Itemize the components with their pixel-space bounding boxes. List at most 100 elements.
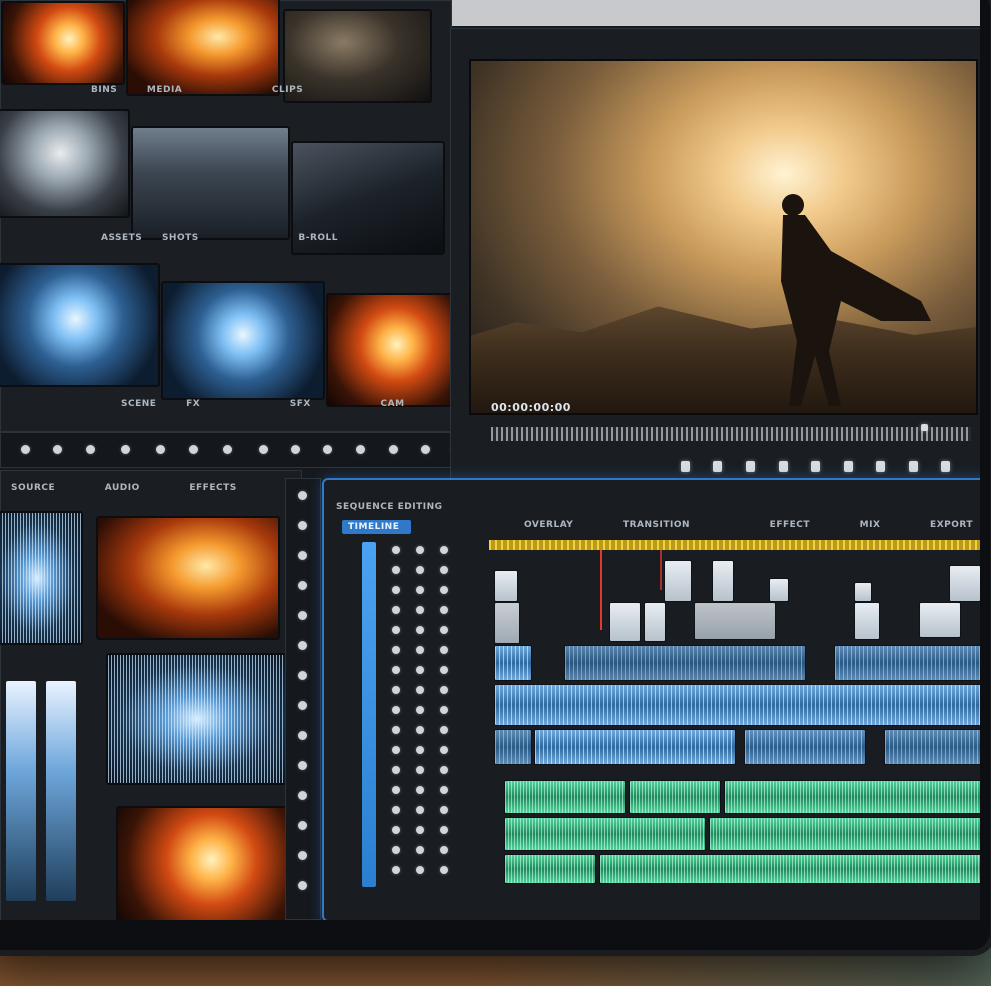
scrub-bar[interactable]	[491, 427, 971, 441]
overlay-label[interactable]: OVERLAY	[524, 520, 573, 530]
marker-tool-icon[interactable]	[298, 851, 307, 860]
audio-clip[interactable]	[494, 684, 980, 726]
mute-toggle-icon[interactable]	[392, 846, 400, 854]
step-forward-icon[interactable]	[811, 461, 820, 472]
media-thumb-5[interactable]	[131, 126, 290, 240]
solo-toggle-icon[interactable]	[416, 586, 424, 594]
audio-clip[interactable]	[884, 729, 980, 765]
snap-icon[interactable]	[389, 445, 398, 454]
effects-tab[interactable]: EFFECTS	[189, 483, 236, 493]
mute-toggle-icon[interactable]	[392, 866, 400, 874]
trim-icon[interactable]	[259, 445, 268, 454]
lock-toggle-icon[interactable]	[440, 606, 448, 614]
marker-icon[interactable]	[156, 445, 165, 454]
mute-toggle-icon[interactable]	[392, 606, 400, 614]
lock-toggle-icon[interactable]	[440, 706, 448, 714]
link-tool-icon[interactable]	[298, 881, 307, 890]
solo-toggle-icon[interactable]	[416, 646, 424, 654]
solo-toggle-icon[interactable]	[416, 826, 424, 834]
mark-out-icon[interactable]	[941, 461, 950, 472]
audio-waveform-thumb-1[interactable]	[0, 511, 83, 645]
export-label[interactable]: EXPORT	[930, 520, 973, 530]
audio-clip[interactable]	[494, 645, 532, 681]
lock-toggle-icon[interactable]	[440, 666, 448, 674]
solo-toggle-icon[interactable]	[416, 686, 424, 694]
program-monitor-video[interactable]	[469, 59, 978, 415]
lock-toggle-icon[interactable]	[440, 806, 448, 814]
loop-icon[interactable]	[876, 461, 885, 472]
fx-thumb-2[interactable]	[116, 806, 290, 920]
solo-toggle-icon[interactable]	[416, 806, 424, 814]
solo-toggle-icon[interactable]	[416, 866, 424, 874]
zoom-tool-icon[interactable]	[298, 791, 307, 800]
audio-clip[interactable]	[834, 645, 980, 681]
solo-toggle-icon[interactable]	[416, 666, 424, 674]
video-clip[interactable]	[712, 560, 734, 602]
media-thumb-2[interactable]	[126, 0, 280, 96]
video-clip[interactable]	[494, 602, 520, 644]
audio-clip[interactable]	[599, 854, 980, 884]
zoom-icon[interactable]	[356, 445, 365, 454]
pause-icon[interactable]	[53, 445, 62, 454]
audio-clip[interactable]	[564, 645, 806, 681]
slide-tool-icon[interactable]	[298, 701, 307, 710]
mute-toggle-icon[interactable]	[392, 826, 400, 834]
audio-clip[interactable]	[504, 817, 706, 851]
lock-toggle-icon[interactable]	[440, 726, 448, 734]
solo-toggle-icon[interactable]	[416, 546, 424, 554]
mute-toggle-icon[interactable]	[392, 626, 400, 634]
effect-label[interactable]: EFFECT	[770, 520, 810, 530]
audio-waveform-thumb-2[interactable]	[106, 653, 288, 785]
play-icon[interactable]	[746, 461, 755, 472]
mix-label[interactable]: MIX	[860, 520, 881, 530]
video-clip[interactable]	[949, 565, 980, 602]
mute-toggle-icon[interactable]	[392, 546, 400, 554]
out-point-icon[interactable]	[223, 445, 232, 454]
mute-toggle-icon[interactable]	[392, 686, 400, 694]
step-back-icon[interactable]	[713, 461, 722, 472]
lock-toggle-icon[interactable]	[440, 766, 448, 774]
solo-toggle-icon[interactable]	[416, 846, 424, 854]
rolling-edit-icon[interactable]	[298, 581, 307, 590]
lock-toggle-icon[interactable]	[440, 746, 448, 754]
mute-toggle-icon[interactable]	[392, 786, 400, 794]
video-clip[interactable]	[609, 602, 641, 642]
mark-in-icon[interactable]	[909, 461, 918, 472]
play-icon[interactable]	[21, 445, 30, 454]
video-clip[interactable]	[854, 602, 880, 640]
lock-toggle-icon[interactable]	[440, 866, 448, 874]
source-tab[interactable]: SOURCE	[11, 483, 55, 493]
solo-toggle-icon[interactable]	[416, 746, 424, 754]
track-selector-strip[interactable]	[362, 542, 376, 887]
video-clip[interactable]	[919, 602, 961, 638]
mute-toggle-icon[interactable]	[392, 806, 400, 814]
video-clip[interactable]	[854, 582, 872, 602]
hand-tool-icon[interactable]	[298, 761, 307, 770]
ripple-edit-icon[interactable]	[298, 551, 307, 560]
lock-toggle-icon[interactable]	[440, 686, 448, 694]
lock-toggle-icon[interactable]	[440, 586, 448, 594]
video-clip[interactable]	[769, 578, 789, 602]
lock-toggle-icon[interactable]	[440, 566, 448, 574]
mute-toggle-icon[interactable]	[392, 566, 400, 574]
razor-icon[interactable]	[323, 445, 332, 454]
link-icon[interactable]	[421, 445, 430, 454]
solo-toggle-icon[interactable]	[416, 626, 424, 634]
slip-tool-icon[interactable]	[298, 671, 307, 680]
rate-stretch-icon[interactable]	[298, 611, 307, 620]
rewind-icon[interactable]	[681, 461, 690, 472]
video-clip[interactable]	[644, 602, 666, 642]
razor-tool-icon[interactable]	[298, 641, 307, 650]
mute-toggle-icon[interactable]	[392, 746, 400, 754]
fx-thumb-1[interactable]	[96, 516, 280, 640]
transition-label[interactable]: TRANSITION	[623, 520, 690, 530]
fast-forward-icon[interactable]	[844, 461, 853, 472]
lock-toggle-icon[interactable]	[440, 546, 448, 554]
audio-clip[interactable]	[724, 780, 980, 814]
timeline-active-tab[interactable]: TIMELINE	[342, 520, 412, 534]
lock-toggle-icon[interactable]	[440, 646, 448, 654]
video-clip[interactable]	[694, 602, 776, 640]
ripple-icon[interactable]	[291, 445, 300, 454]
export-icon[interactable]	[921, 424, 928, 431]
media-thumb-1[interactable]	[1, 1, 125, 85]
